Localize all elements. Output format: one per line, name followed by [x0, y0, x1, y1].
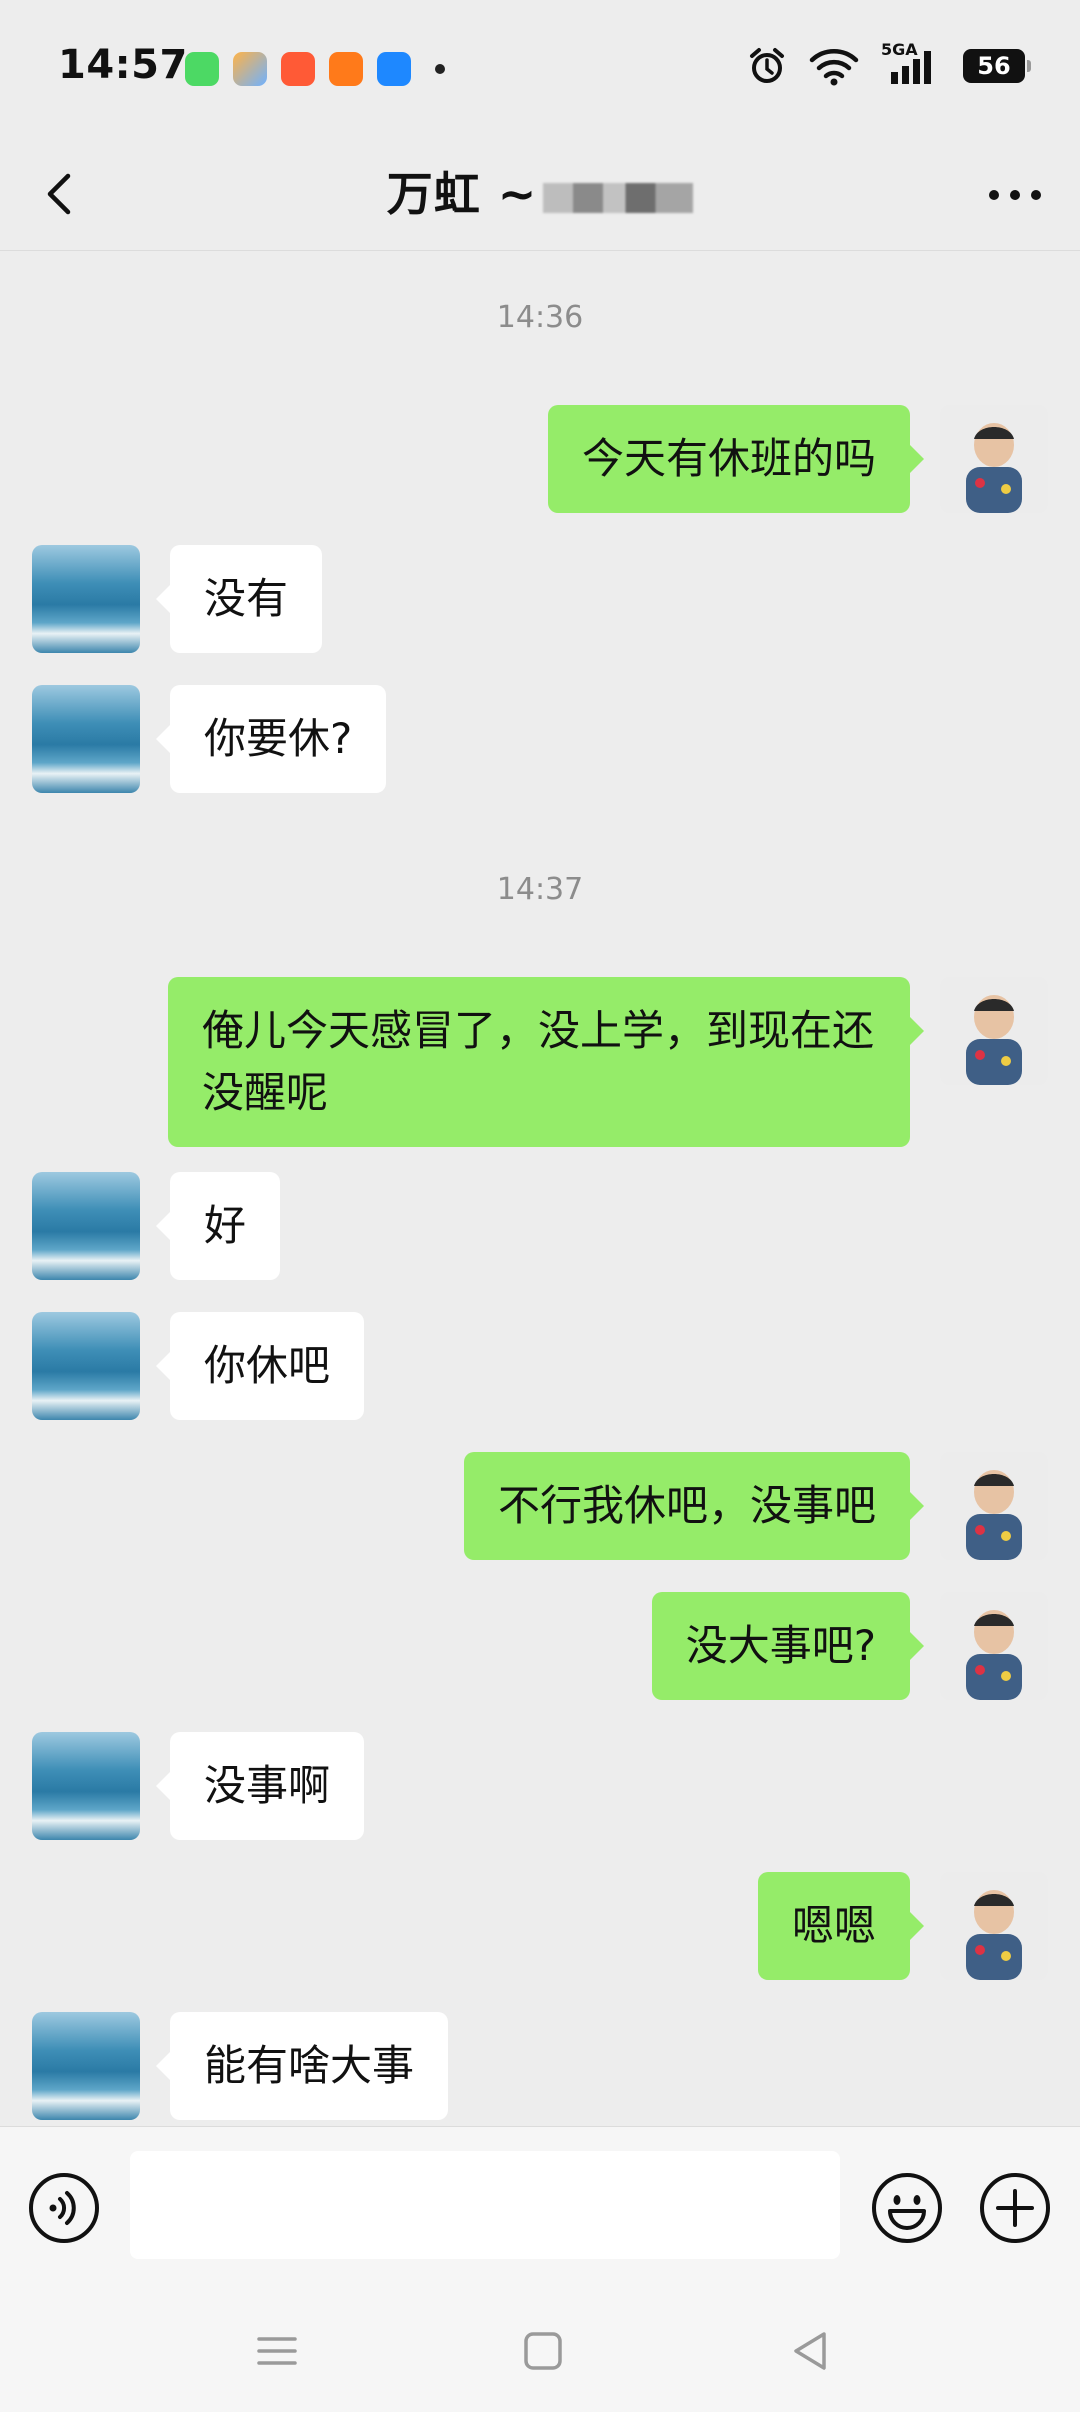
more-notifications-dot	[435, 64, 445, 74]
chat-title-text: 万虹 ~	[386, 167, 538, 221]
message-bubble-outgoing[interactable]: 今天有休班的吗	[547, 405, 925, 513]
contact-avatar[interactable]	[32, 1732, 140, 1840]
system-nav-bar	[0, 2288, 1080, 2412]
message-input[interactable]	[130, 2151, 840, 2259]
taobao-app-icon	[329, 52, 363, 86]
cellular-signal-icon: 5GA	[881, 40, 941, 86]
chat-header: 万虹 ~	[0, 140, 1080, 251]
my-avatar[interactable]	[940, 977, 1048, 1085]
contact-avatar[interactable]	[32, 545, 140, 653]
home-square-icon[interactable]	[516, 2324, 570, 2378]
status-bar: 14:57 5GA 56	[0, 0, 1080, 140]
contact-avatar[interactable]	[32, 685, 140, 793]
message-bubble-outgoing[interactable]: 不行我休吧，没事吧	[463, 1452, 925, 1560]
input-bar	[0, 2126, 1080, 2289]
message-bubble-incoming[interactable]: 没事啊	[155, 1732, 365, 1840]
pinwheel-app-icon	[233, 52, 267, 86]
status-right: 5GA 56	[747, 40, 1031, 86]
status-time: 14:57	[58, 42, 188, 88]
voice-icon[interactable]	[27, 2171, 101, 2245]
timestamp: 14:36	[496, 300, 584, 335]
message-bubble-incoming[interactable]: 能有啥大事	[155, 2012, 449, 2120]
my-avatar[interactable]	[940, 1452, 1048, 1560]
shopping-app-icon	[281, 52, 315, 86]
wifi-icon	[809, 49, 859, 86]
message-bubble-incoming[interactable]: 没有	[155, 545, 323, 653]
contact-avatar[interactable]	[32, 1172, 140, 1280]
message-bubble-outgoing[interactable]: 俺儿今天感冒了，没上学，到现在还没醒呢	[168, 977, 924, 1147]
menu-icon[interactable]	[250, 2324, 304, 2378]
my-avatar[interactable]	[940, 1872, 1048, 1980]
more-dots-icon[interactable]	[980, 170, 1050, 220]
notification-icons	[185, 52, 445, 86]
message-bubble-incoming[interactable]: 你要休?	[155, 685, 387, 793]
message-app-icon	[185, 52, 219, 86]
chat-title: 万虹 ~	[0, 158, 1080, 224]
message-bubble-outgoing[interactable]: 嗯嗯	[757, 1872, 925, 1980]
contact-avatar[interactable]	[32, 1312, 140, 1420]
timestamp: 14:37	[496, 872, 584, 907]
my-avatar[interactable]	[940, 405, 1048, 513]
contact-avatar[interactable]	[32, 2012, 140, 2120]
battery-indicator: 56	[963, 49, 1031, 83]
redacted-name	[543, 182, 694, 213]
feishu-app-icon	[377, 52, 411, 86]
plus-icon[interactable]	[978, 2171, 1052, 2245]
my-avatar[interactable]	[940, 1592, 1048, 1700]
message-bubble-incoming[interactable]: 你休吧	[155, 1312, 365, 1420]
message-bubble-incoming[interactable]: 好	[155, 1172, 281, 1280]
message-bubble-outgoing[interactable]: 没大事吧?	[651, 1592, 925, 1700]
chat-area[interactable]: 14:36 今天有休班的吗 没有 你要休? 14:37 俺儿今天感冒了，没上学，…	[0, 250, 1080, 2125]
emoji-icon[interactable]	[870, 2171, 944, 2245]
alarm-icon	[750, 48, 784, 83]
back-triangle-icon[interactable]	[784, 2324, 838, 2378]
